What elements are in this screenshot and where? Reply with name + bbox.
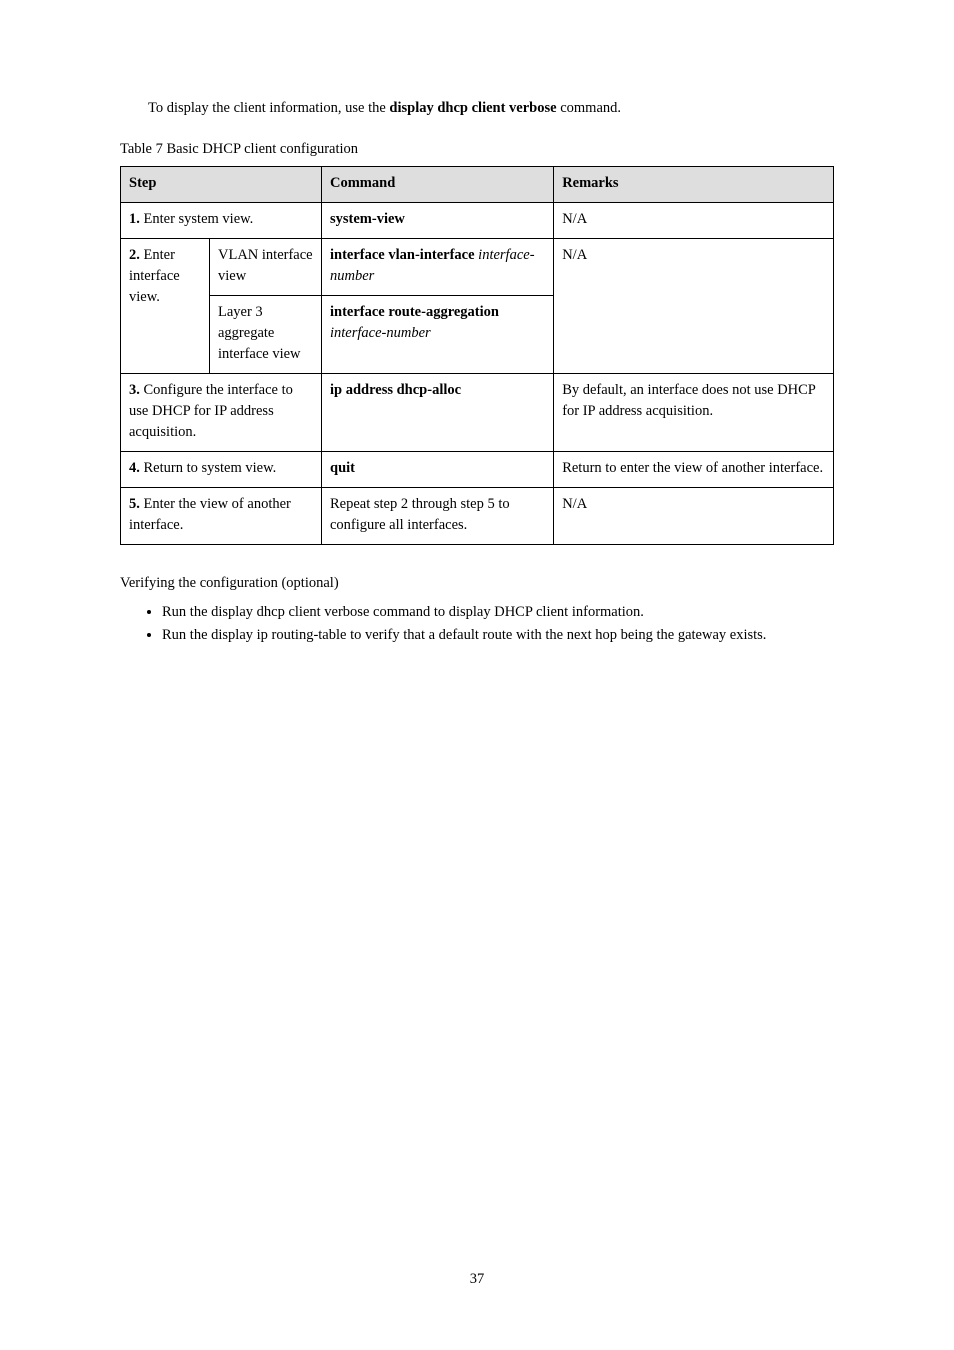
list-item: Run the display dhcp client verbose comm… [162, 602, 830, 625]
cell-step: 1. Enter system view. [121, 203, 322, 239]
step-num: 5. [129, 496, 144, 512]
table-caption: Table 7 Basic DHCP client configuration [120, 139, 830, 160]
page: To display the client information, use t… [0, 0, 954, 1350]
cell-remarks: N/A [554, 203, 834, 239]
step-text: Enter system view. [144, 211, 254, 227]
th-step: Step [121, 167, 322, 203]
th-command: Command [322, 167, 554, 203]
cmd-text: ip address dhcp-alloc [330, 382, 461, 398]
table-header-row: Step Command Remarks [121, 167, 834, 203]
cell-command: ip address dhcp-alloc [322, 374, 554, 452]
cell-substep: VLAN interface view [210, 239, 322, 296]
intro-paragraph: To display the client information, use t… [120, 98, 830, 119]
cell-command: interface vlan-interface interface-numbe… [322, 239, 554, 296]
cmd-text: quit [330, 460, 355, 476]
cell-command: system-view [322, 203, 554, 239]
step-text: Configure the interface to use DHCP for … [129, 382, 293, 440]
step-num: 4. [129, 460, 144, 476]
verify-list: Run the display dhcp client verbose comm… [120, 602, 830, 648]
cell-remarks: N/A [554, 488, 834, 545]
page-number: 37 [0, 1269, 954, 1290]
cell-step: 3. Configure the interface to use DHCP f… [121, 374, 322, 452]
cell-remarks: N/A [554, 239, 834, 374]
step-num: 3. [129, 382, 144, 398]
step-num: 1. [129, 211, 144, 227]
cmd-text: interface route-aggregation [330, 304, 499, 320]
li-cmd: display dhcp client verbose [211, 604, 369, 620]
table-row: 3. Configure the interface to use DHCP f… [121, 374, 834, 452]
table-row: 5. Enter the view of another interface. … [121, 488, 834, 545]
cell-step: 5. Enter the view of another interface. [121, 488, 322, 545]
cell-command: interface route-aggregation interface-nu… [322, 296, 554, 374]
cell-command: Repeat step 2 through step 5 to configur… [322, 488, 554, 545]
cmd-arg: interface-number [330, 325, 431, 341]
list-item: Run the display ip routing-table to veri… [162, 625, 830, 648]
cmd-text: system-view [330, 211, 405, 227]
intro-text-2: command. [557, 100, 621, 116]
step-text: Enter the view of another interface. [129, 496, 291, 533]
table-row: 2. Enter interface view. VLAN interface … [121, 239, 834, 296]
step-num: 2. [129, 247, 144, 263]
li-text-2: command to display DHCP client informati… [369, 604, 644, 620]
config-table: Step Command Remarks 1. Enter system vie… [120, 166, 834, 545]
cell-step: 2. Enter interface view. [121, 239, 210, 374]
cmd-text: interface vlan-interface [330, 247, 475, 263]
cell-command: quit [322, 452, 554, 488]
cell-step: 4. Return to system view. [121, 452, 322, 488]
cell-remarks: By default, an interface does not use DH… [554, 374, 834, 452]
table-row: 1. Enter system view. system-view N/A [121, 203, 834, 239]
intro-text-1: To display the client information, use t… [148, 100, 389, 116]
intro-cmd: display dhcp client verbose [389, 100, 556, 116]
li-text-1: Run the [162, 604, 211, 620]
step-text: Return to system view. [144, 460, 277, 476]
th-remarks: Remarks [554, 167, 834, 203]
cell-substep: Layer 3 aggregate interface view [210, 296, 322, 374]
li-text-1: Run the [162, 627, 211, 643]
li-cmd: display ip routing-table [211, 627, 346, 643]
li-text-2: to verify that a default route with the … [346, 627, 766, 643]
cell-remarks: Return to enter the view of another inte… [554, 452, 834, 488]
verify-heading: Verifying the configuration (optional) [120, 573, 830, 594]
table-row: 4. Return to system view. quit Return to… [121, 452, 834, 488]
